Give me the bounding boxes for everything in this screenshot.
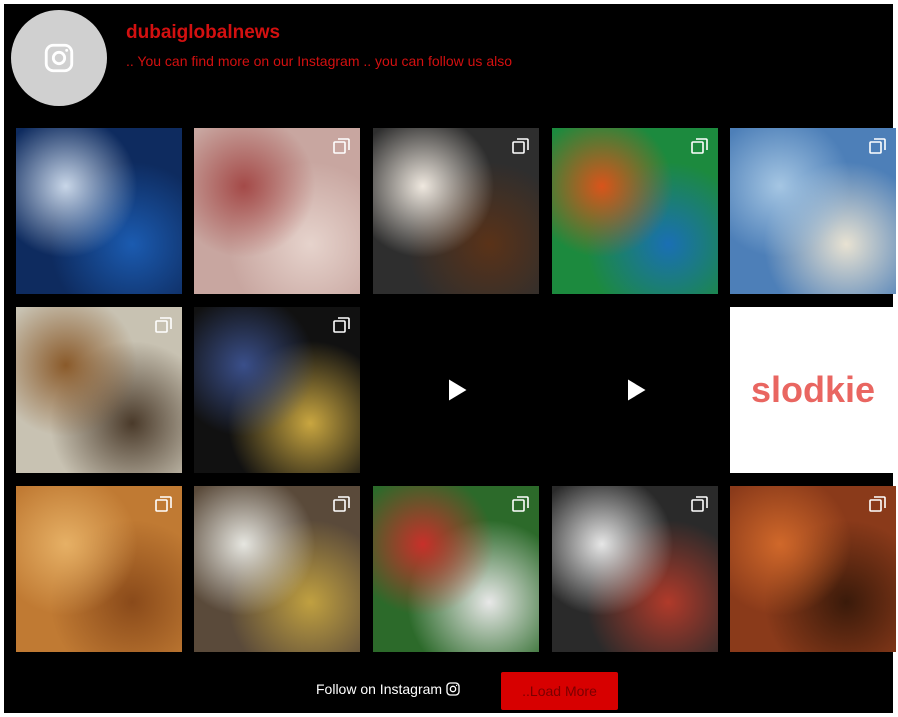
gallery-icon [155, 317, 172, 333]
media-post-tile[interactable] [194, 307, 360, 473]
media-post-tile[interactable] [552, 486, 718, 652]
gallery-icon [512, 496, 529, 512]
media-post-tile[interactable] [730, 128, 896, 294]
gallery-icon [333, 496, 350, 512]
gallery-icon [691, 138, 708, 154]
instagram-icon [446, 682, 460, 696]
media-post-tile[interactable] [552, 128, 718, 294]
video-post-tile[interactable] [373, 307, 539, 473]
media-post-tile[interactable] [373, 128, 539, 294]
gallery-icon [869, 138, 886, 154]
feed-footer: Follow on Instagram ..Load More [4, 669, 893, 711]
media-post-tile[interactable]: slodkie [730, 307, 896, 473]
profile-avatar[interactable] [11, 10, 107, 106]
gallery-icon [512, 138, 529, 154]
play-icon [628, 379, 646, 401]
media-post-tile[interactable] [730, 486, 896, 652]
media-post-tile[interactable] [16, 128, 182, 294]
gallery-icon [155, 496, 172, 512]
follow-label: Follow on Instagram [316, 681, 443, 697]
instagram-icon [44, 43, 74, 73]
gallery-icon [333, 138, 350, 154]
gallery-icon [869, 317, 886, 333]
media-post-tile[interactable] [194, 128, 360, 294]
media-post-tile[interactable] [16, 486, 182, 652]
gallery-icon [869, 496, 886, 512]
profile-bio: .. You can find more on our Instagram ..… [126, 53, 512, 69]
media-post-tile[interactable] [194, 486, 360, 652]
load-more-button[interactable]: ..Load More [501, 672, 618, 710]
media-post-tile[interactable] [16, 307, 182, 473]
video-post-tile[interactable] [552, 307, 718, 473]
follow-on-instagram-link[interactable]: Follow on Instagram [316, 681, 461, 697]
gallery-icon [333, 317, 350, 333]
media-post-tile[interactable] [373, 486, 539, 652]
play-icon [449, 379, 467, 401]
gallery-icon [691, 496, 708, 512]
profile-username[interactable]: dubaiglobalnews [126, 22, 280, 44]
instagram-feed-widget: dubaiglobalnews .. You can find more on … [4, 4, 896, 713]
